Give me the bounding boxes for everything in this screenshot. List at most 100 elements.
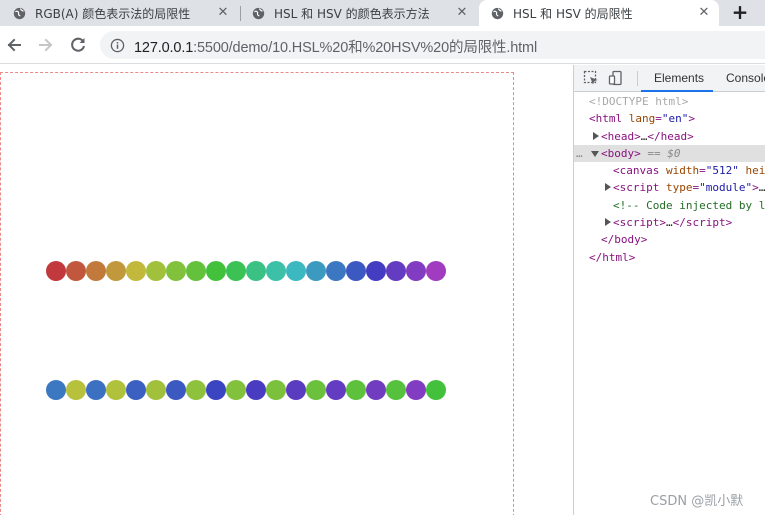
color-dot bbox=[306, 261, 326, 281]
expand-triangle-icon[interactable] bbox=[593, 131, 599, 140]
globe-icon bbox=[491, 7, 504, 19]
expand-triangle-icon[interactable] bbox=[605, 183, 611, 192]
color-dot bbox=[86, 261, 106, 281]
globe-icon bbox=[252, 7, 265, 19]
color-dot bbox=[106, 380, 126, 400]
color-dot bbox=[166, 261, 186, 281]
expand-triangle-icon[interactable] bbox=[605, 218, 611, 227]
script-attr: type bbox=[666, 181, 693, 195]
color-dot bbox=[126, 261, 146, 281]
tab-strip: RGB(A) 颜色表示法的局限性 ✕ HSL 和 HSV 的颜色表示方法 ✕ H… bbox=[0, 0, 765, 26]
canvas-attr: width bbox=[666, 164, 700, 178]
html-tag: html bbox=[595, 112, 623, 126]
color-dot bbox=[46, 380, 66, 400]
color-dot bbox=[146, 261, 166, 281]
dom-node-comment[interactable]: <!-- Code injected by l bbox=[574, 197, 765, 214]
canvas bbox=[0, 72, 514, 515]
tab-hsl-hsv-methods[interactable]: HSL 和 HSV 的颜色表示方法 ✕ bbox=[241, 0, 477, 26]
tab-console[interactable]: Console bbox=[726, 71, 765, 85]
head-tag: head bbox=[607, 129, 635, 143]
devtools-panel: Elements Console <!DOCTYPE html> <html l… bbox=[573, 65, 765, 515]
page-viewport bbox=[0, 65, 573, 515]
color-dot bbox=[326, 380, 346, 400]
color-dot bbox=[286, 261, 306, 281]
color-dot bbox=[86, 380, 106, 400]
color-dot bbox=[206, 261, 226, 281]
html-close-tag: /html bbox=[595, 250, 629, 264]
canvas-tag: canvas bbox=[619, 164, 660, 178]
url-text[interactable]: 127.0.0.1:5500/demo/10.HSL%20和%20HSV%20的… bbox=[134, 36, 537, 57]
tab-elements[interactable]: Elements bbox=[654, 71, 704, 85]
dom-node-script-module[interactable]: <script type="module">… bbox=[574, 179, 765, 196]
close-tab-icon[interactable]: ✕ bbox=[455, 6, 469, 20]
back-icon[interactable] bbox=[3, 34, 25, 56]
forward-icon[interactable] bbox=[35, 34, 57, 56]
color-dot bbox=[286, 380, 306, 400]
color-dot bbox=[406, 380, 426, 400]
color-dot bbox=[106, 261, 126, 281]
close-tab-icon[interactable]: ✕ bbox=[216, 6, 230, 20]
color-dot bbox=[386, 380, 406, 400]
active-tab-indicator bbox=[641, 90, 713, 92]
color-dot bbox=[206, 380, 226, 400]
body-selected-marker: == $0 bbox=[640, 146, 681, 160]
tab-hsl-hsv-limits[interactable]: HSL 和 HSV 的局限性 ✕ bbox=[479, 0, 719, 26]
script2-close-tag: script bbox=[685, 216, 726, 230]
color-dot bbox=[386, 261, 406, 281]
info-icon[interactable] bbox=[110, 38, 125, 53]
color-dot bbox=[246, 380, 266, 400]
color-dot bbox=[46, 261, 66, 281]
body-close-tag: /body bbox=[607, 233, 641, 247]
color-dot bbox=[346, 380, 366, 400]
color-dot bbox=[186, 380, 206, 400]
reload-icon[interactable] bbox=[67, 34, 89, 56]
color-dot bbox=[426, 380, 446, 400]
more-actions-icon[interactable]: … bbox=[576, 145, 583, 162]
dom-node-body-close[interactable]: </body> bbox=[574, 231, 765, 248]
html-attr-value: "en" bbox=[661, 112, 689, 126]
globe-icon bbox=[13, 7, 26, 19]
color-dot bbox=[346, 261, 366, 281]
color-dot bbox=[126, 380, 146, 400]
browser-toolbar: 127.0.0.1:5500/demo/10.HSL%20和%20HSV%20的… bbox=[0, 26, 765, 64]
address-bar[interactable]: 127.0.0.1:5500/demo/10.HSL%20和%20HSV%20的… bbox=[100, 31, 765, 59]
inspect-element-icon[interactable] bbox=[583, 70, 599, 86]
tab-title: RGB(A) 颜色表示法的局限性 bbox=[35, 6, 191, 21]
script2-tag: script bbox=[619, 216, 660, 230]
color-dot bbox=[66, 380, 86, 400]
dom-node-html-close[interactable]: </html> bbox=[574, 249, 765, 266]
devtools-tabbar: Elements Console bbox=[574, 65, 765, 92]
color-dot bbox=[166, 380, 186, 400]
dom-node-doctype[interactable]: <!DOCTYPE html> bbox=[574, 93, 765, 110]
color-dot bbox=[146, 380, 166, 400]
script-tag: script bbox=[619, 181, 660, 195]
url-path: :5500/demo/10.HSL%20和%20HSV%20的局限性.html bbox=[193, 40, 538, 56]
script-attr-value: "module" bbox=[699, 181, 753, 195]
script2-ellipsis: … bbox=[666, 216, 673, 230]
dom-tree: <!DOCTYPE html> <html lang="en"> <head>…… bbox=[574, 93, 765, 266]
device-toolbar-icon[interactable] bbox=[608, 70, 624, 86]
dom-node-body[interactable]: … <body> == $0 bbox=[574, 144, 765, 163]
color-dot bbox=[226, 261, 246, 281]
dom-node-script[interactable]: <script>…</script> bbox=[574, 214, 765, 231]
dom-node-html[interactable]: <html lang="en"> bbox=[574, 110, 765, 127]
color-dot bbox=[66, 261, 86, 281]
body-tag: body bbox=[607, 146, 635, 160]
color-dot bbox=[366, 380, 386, 400]
collapse-triangle-icon[interactable] bbox=[591, 150, 599, 157]
canvas-attr-value: "512" bbox=[705, 164, 739, 178]
color-dot bbox=[246, 261, 266, 281]
tab-rgba[interactable]: RGB(A) 颜色表示法的局限性 ✕ bbox=[0, 0, 238, 26]
close-tab-icon[interactable]: ✕ bbox=[697, 6, 711, 20]
color-dot bbox=[266, 261, 286, 281]
new-tab-button[interactable]: + bbox=[726, 0, 754, 26]
color-dot bbox=[226, 380, 246, 400]
tab-title: HSL 和 HSV 的颜色表示方法 bbox=[274, 6, 430, 21]
doctype-text: <!DOCTYPE html> bbox=[589, 95, 689, 108]
color-dot bbox=[366, 261, 386, 281]
dom-node-canvas[interactable]: <canvas width="512" heig bbox=[574, 162, 765, 179]
canvas-attr-rest: heig bbox=[745, 164, 765, 178]
color-dot bbox=[426, 261, 446, 281]
dom-node-head[interactable]: <head>…</head> bbox=[574, 128, 765, 145]
color-dot bbox=[186, 261, 206, 281]
